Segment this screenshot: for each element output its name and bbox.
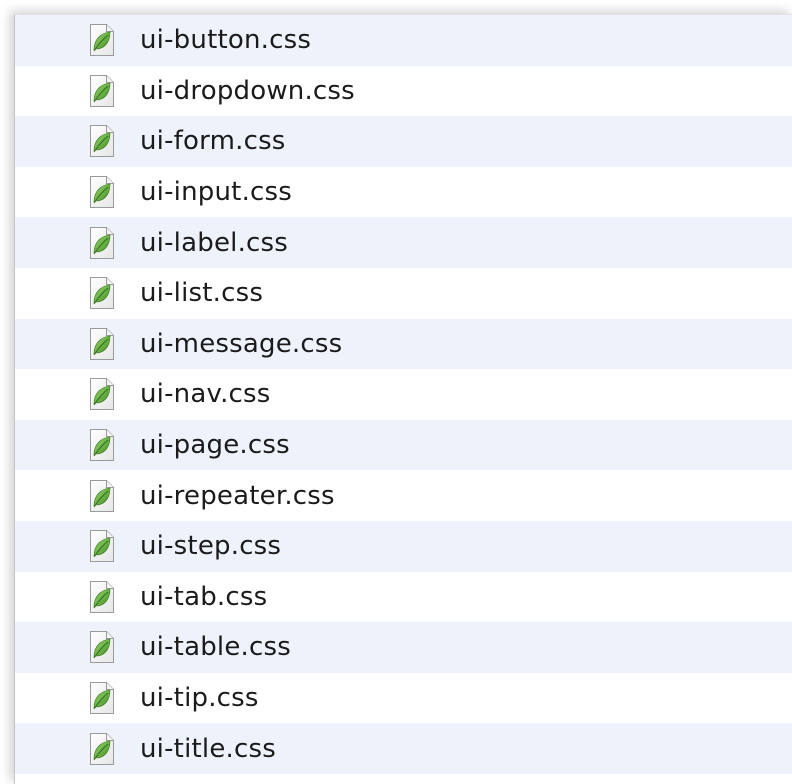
css-leaf-file-icon [90, 125, 114, 158]
file-name: ui-table.css [140, 632, 291, 663]
file-row[interactable]: ui-page.css [15, 419, 792, 471]
finder-window: ui-button.css ui-dropdown.css ui-form.cs… [0, 0, 792, 784]
file-name: ui-button.css [140, 25, 312, 56]
file-name: ui-tab.css [140, 581, 268, 612]
file-row[interactable]: ui-title.css [15, 723, 792, 774]
file-row[interactable]: ui-dropdown.css [15, 65, 792, 117]
file-name: ui-tip.css [140, 683, 259, 714]
css-leaf-file-icon [90, 479, 114, 512]
css-leaf-file-icon [90, 580, 114, 613]
file-name: ui-list.css [140, 278, 264, 309]
file-row[interactable]: ui-form.css [15, 116, 792, 167]
css-leaf-file-icon [90, 530, 114, 563]
css-leaf-file-icon [90, 682, 114, 715]
file-name: ui-repeater.css [140, 480, 335, 511]
css-leaf-file-icon [90, 429, 114, 462]
file-row[interactable]: ui-list.css [15, 267, 792, 319]
css-leaf-file-icon [90, 631, 114, 664]
css-leaf-file-icon [90, 74, 114, 107]
css-leaf-file-icon [90, 327, 114, 360]
file-name: ui-title.css [140, 733, 276, 764]
file-row[interactable]: ui-repeater.css [15, 470, 792, 521]
css-leaf-file-icon [90, 226, 114, 259]
css-leaf-file-icon [90, 24, 114, 57]
file-name: ui-form.css [140, 126, 286, 157]
file-name: ui-label.css [140, 227, 289, 258]
file-row[interactable]: ui-button.css [15, 15, 792, 66]
file-row[interactable]: ui-label.css [15, 217, 792, 268]
file-row[interactable]: ui-nav.css [15, 369, 792, 420]
css-leaf-file-icon [90, 378, 114, 411]
file-row[interactable]: ui-step.css [15, 520, 792, 572]
file-row[interactable]: ui-tab.css [15, 571, 792, 623]
file-list: ui-button.css ui-dropdown.css ui-form.cs… [14, 14, 792, 784]
file-row[interactable]: ui-message.css [15, 318, 792, 370]
file-row[interactable]: ui-table.css [15, 622, 792, 673]
file-row[interactable]: ui-input.css [15, 166, 792, 218]
file-name: ui-step.css [140, 531, 282, 562]
file-name: ui-page.css [140, 430, 290, 461]
file-row[interactable]: ui-tip.css [15, 672, 792, 724]
css-leaf-file-icon [90, 732, 114, 765]
file-name: ui-nav.css [140, 379, 271, 410]
css-leaf-file-icon [90, 277, 114, 310]
css-leaf-file-icon [90, 176, 114, 209]
file-name: ui-input.css [140, 177, 293, 208]
file-name: ui-message.css [140, 328, 343, 359]
file-name: ui-dropdown.css [140, 75, 355, 106]
